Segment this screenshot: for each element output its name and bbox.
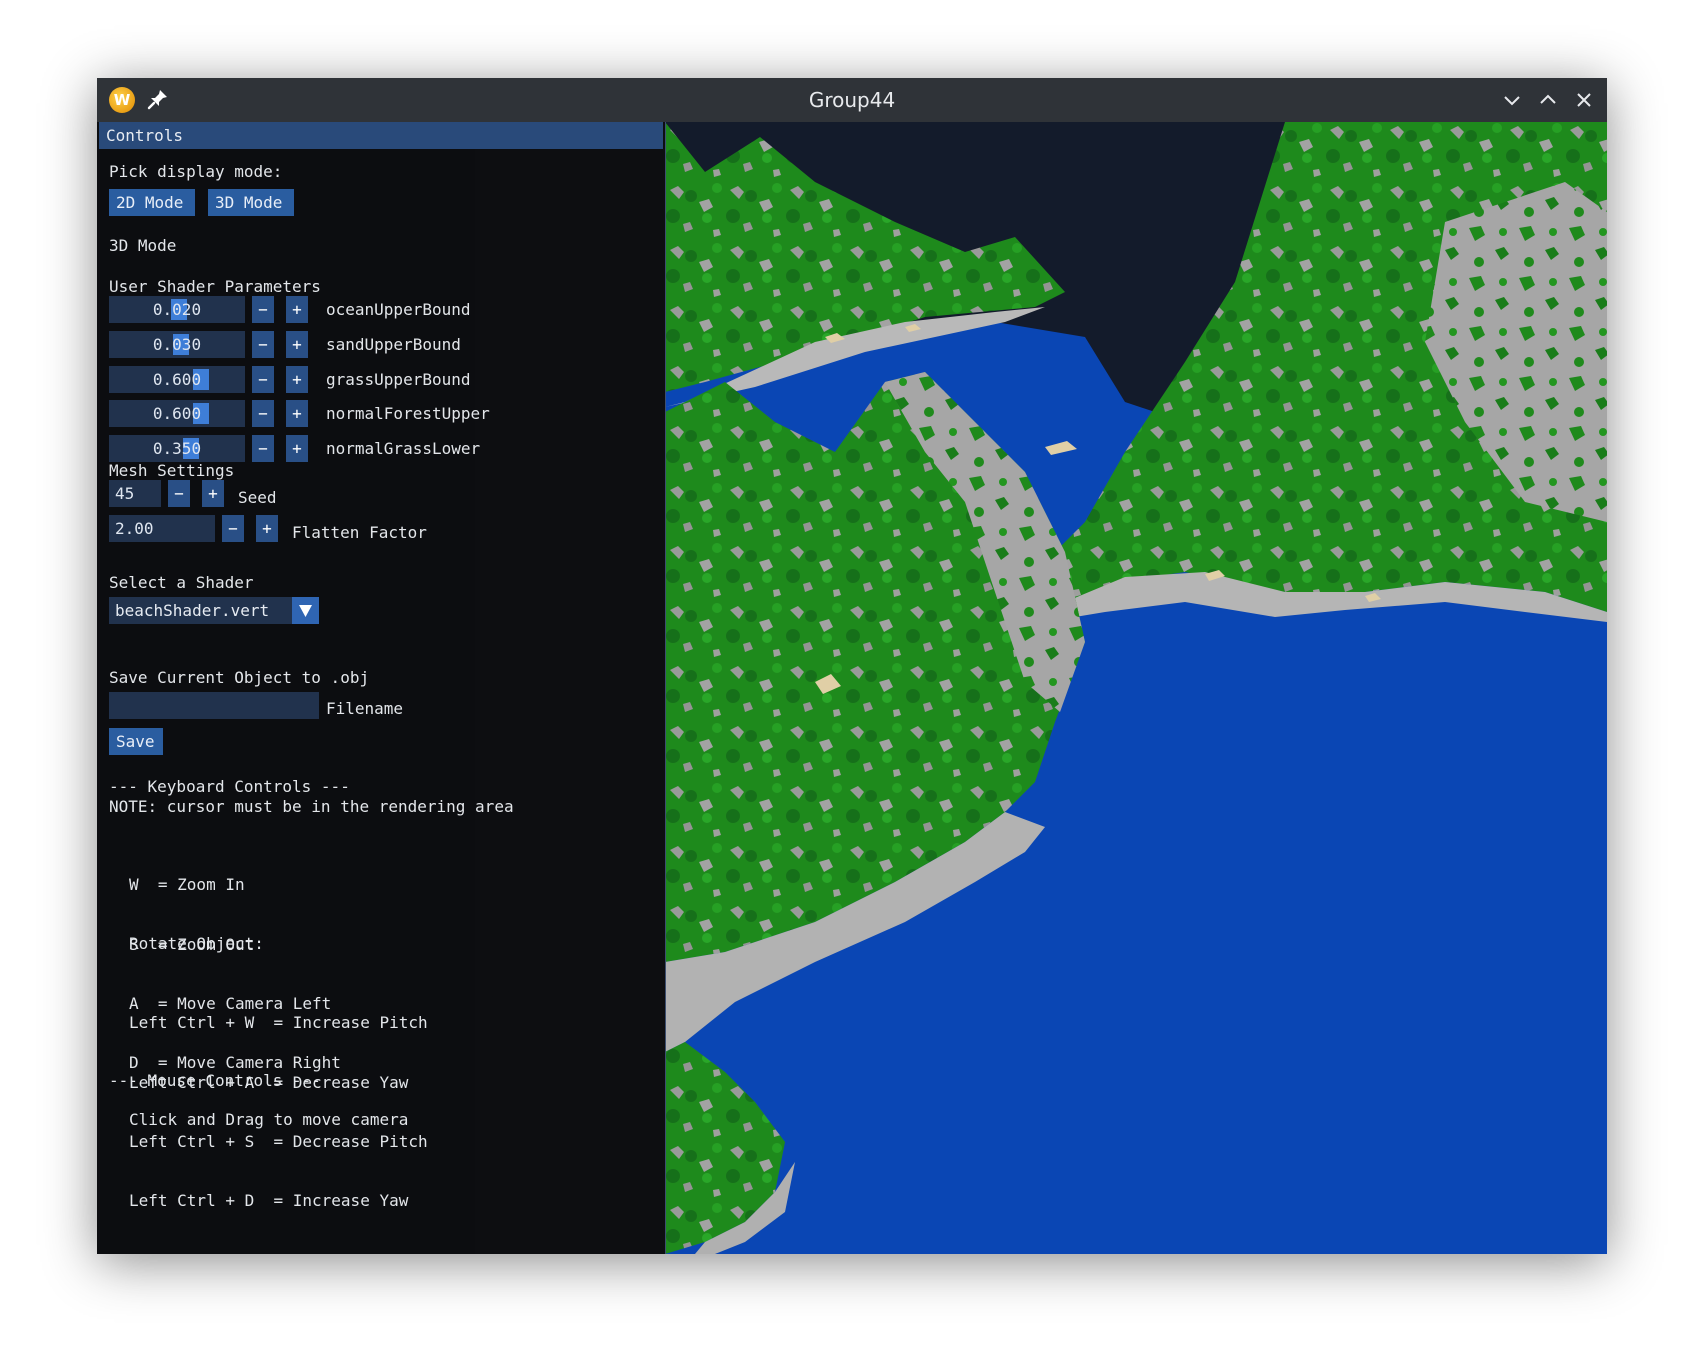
save-button[interactable]: Save bbox=[109, 728, 163, 755]
shader-select[interactable]: beachShader.vert bbox=[109, 597, 319, 624]
chevron-up-icon bbox=[1540, 94, 1556, 104]
rotate-object-heading: Rotate Object: bbox=[129, 934, 264, 953]
flatten-factor-label: Flatten Factor bbox=[292, 523, 427, 542]
shader-param-label: normalGrassLower bbox=[326, 439, 481, 458]
2d-mode-button[interactable]: 2D Mode bbox=[109, 189, 195, 216]
filename-input[interactable] bbox=[109, 692, 319, 719]
shader-param-value: 0.020 bbox=[152, 300, 202, 319]
keyboard-controls-heading: --- Keyboard Controls --- bbox=[109, 777, 350, 796]
flatten-decrement-button[interactable]: − bbox=[222, 515, 244, 542]
3d-mode-button[interactable]: 3D Mode bbox=[208, 189, 294, 216]
shader-param-decrement-button[interactable]: − bbox=[252, 400, 274, 427]
rotate-binding: Left Ctrl + S = Decrease Pitch bbox=[129, 1131, 428, 1151]
save-object-heading: Save Current Object to .obj bbox=[109, 668, 370, 687]
select-shader-heading: Select a Shader bbox=[109, 573, 254, 592]
shader-param-value: 0.350 bbox=[152, 439, 202, 458]
mouse-controls-heading: --- Mouse Controls --- bbox=[109, 1071, 321, 1090]
shader-param-value: 0.600 bbox=[152, 404, 202, 423]
title-bar[interactable]: W Group44 bbox=[97, 78, 1607, 122]
minimize-button[interactable] bbox=[1501, 89, 1523, 111]
seed-label: Seed bbox=[238, 488, 277, 507]
close-button[interactable] bbox=[1573, 89, 1595, 111]
shader-param-increment-button[interactable]: + bbox=[286, 400, 308, 427]
current-mode-text: 3D Mode bbox=[109, 236, 177, 255]
display-mode-label: Pick display mode: bbox=[109, 162, 283, 181]
shader-param-decrement-button[interactable]: − bbox=[252, 331, 274, 358]
shader-select-value: beachShader.vert bbox=[115, 601, 270, 620]
shader-param-decrement-button[interactable]: − bbox=[252, 366, 274, 393]
shader-param-decrement-button[interactable]: − bbox=[252, 296, 274, 323]
dropdown-arrow-icon[interactable] bbox=[292, 597, 319, 624]
shader-param-value: 0.030 bbox=[152, 335, 202, 354]
shader-param-increment-button[interactable]: + bbox=[286, 296, 308, 323]
shader-param-slider[interactable]: 0.600 bbox=[109, 366, 245, 393]
shader-param-label: sandUpperBound bbox=[326, 335, 461, 354]
close-icon bbox=[1577, 93, 1591, 107]
shader-param-slider[interactable]: 0.020 bbox=[109, 296, 245, 323]
shader-param-slider[interactable]: 0.600 bbox=[109, 400, 245, 427]
mesh-settings-heading: Mesh Settings bbox=[109, 461, 235, 480]
shader-param-label: normalForestUpper bbox=[326, 404, 490, 423]
flatten-factor-input[interactable]: 2.00 bbox=[109, 515, 215, 542]
shader-param-label: grassUpperBound bbox=[326, 370, 471, 389]
shader-param-slider[interactable]: 0.350 bbox=[109, 435, 245, 462]
filename-label: Filename bbox=[326, 699, 404, 718]
rotate-binding: Left Ctrl + W = Increase Pitch bbox=[129, 1013, 428, 1033]
shader-param-increment-button[interactable]: + bbox=[286, 366, 308, 393]
shader-param-decrement-button[interactable]: − bbox=[252, 435, 274, 462]
panel-title[interactable]: Controls bbox=[99, 122, 663, 149]
shader-param-slider[interactable]: 0.030 bbox=[109, 331, 245, 358]
app-window: W Group44 Controls Pick display mode: 2D… bbox=[97, 78, 1607, 1254]
controls-panel: Controls Pick display mode: 2D Mode 3D M… bbox=[97, 122, 666, 1254]
shader-param-value: 0.600 bbox=[152, 370, 202, 389]
seed-input[interactable]: 45 bbox=[109, 480, 161, 507]
window-title: Group44 bbox=[808, 88, 896, 112]
shader-param-label: oceanUpperBound bbox=[326, 300, 471, 319]
render-viewport[interactable] bbox=[665, 122, 1607, 1254]
flatten-increment-button[interactable]: + bbox=[256, 515, 278, 542]
rotate-binding: Left Ctrl + D = Increase Yaw bbox=[129, 1190, 409, 1210]
shader-param-increment-button[interactable]: + bbox=[286, 435, 308, 462]
mouse-controls-text: Click and Drag to move camera bbox=[129, 1110, 409, 1129]
shader-param-increment-button[interactable]: + bbox=[286, 331, 308, 358]
chevron-down-icon bbox=[1504, 96, 1520, 106]
terrain-render bbox=[665, 122, 1607, 1254]
shader-params-heading: User Shader Parameters bbox=[109, 277, 321, 296]
maximize-button[interactable] bbox=[1537, 89, 1559, 111]
keyboard-note: NOTE: cursor must be in the rendering ar… bbox=[109, 797, 514, 816]
seed-decrement-button[interactable]: − bbox=[168, 480, 190, 507]
seed-increment-button[interactable]: + bbox=[202, 480, 224, 507]
key-binding: W = Zoom In bbox=[129, 875, 245, 895]
